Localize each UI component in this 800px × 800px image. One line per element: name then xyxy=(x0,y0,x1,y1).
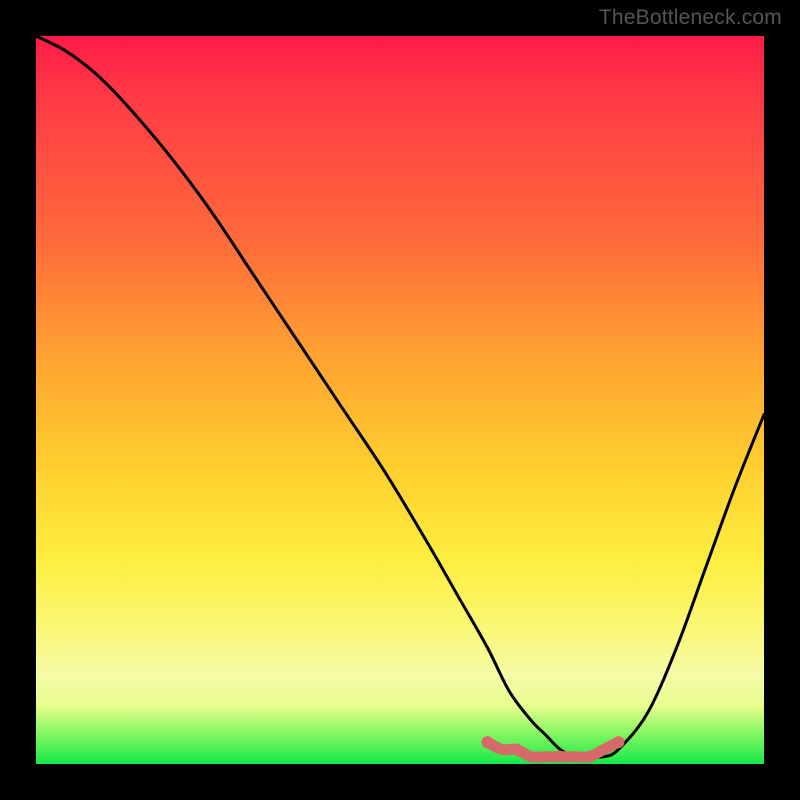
trough-dot xyxy=(481,736,493,748)
trough-highlight xyxy=(481,736,624,763)
bottleneck-curve xyxy=(36,36,764,757)
trough-dot xyxy=(510,743,522,755)
trough-dot xyxy=(554,751,566,763)
curve-layer xyxy=(36,36,764,764)
watermark-text: TheBottleneck.com xyxy=(599,6,782,30)
trough-dot xyxy=(583,751,595,763)
trough-dot xyxy=(612,736,624,748)
chart-frame: TheBottleneck.com xyxy=(0,0,800,800)
bottleneck-curve-path xyxy=(36,36,764,757)
plot-area xyxy=(36,36,764,764)
